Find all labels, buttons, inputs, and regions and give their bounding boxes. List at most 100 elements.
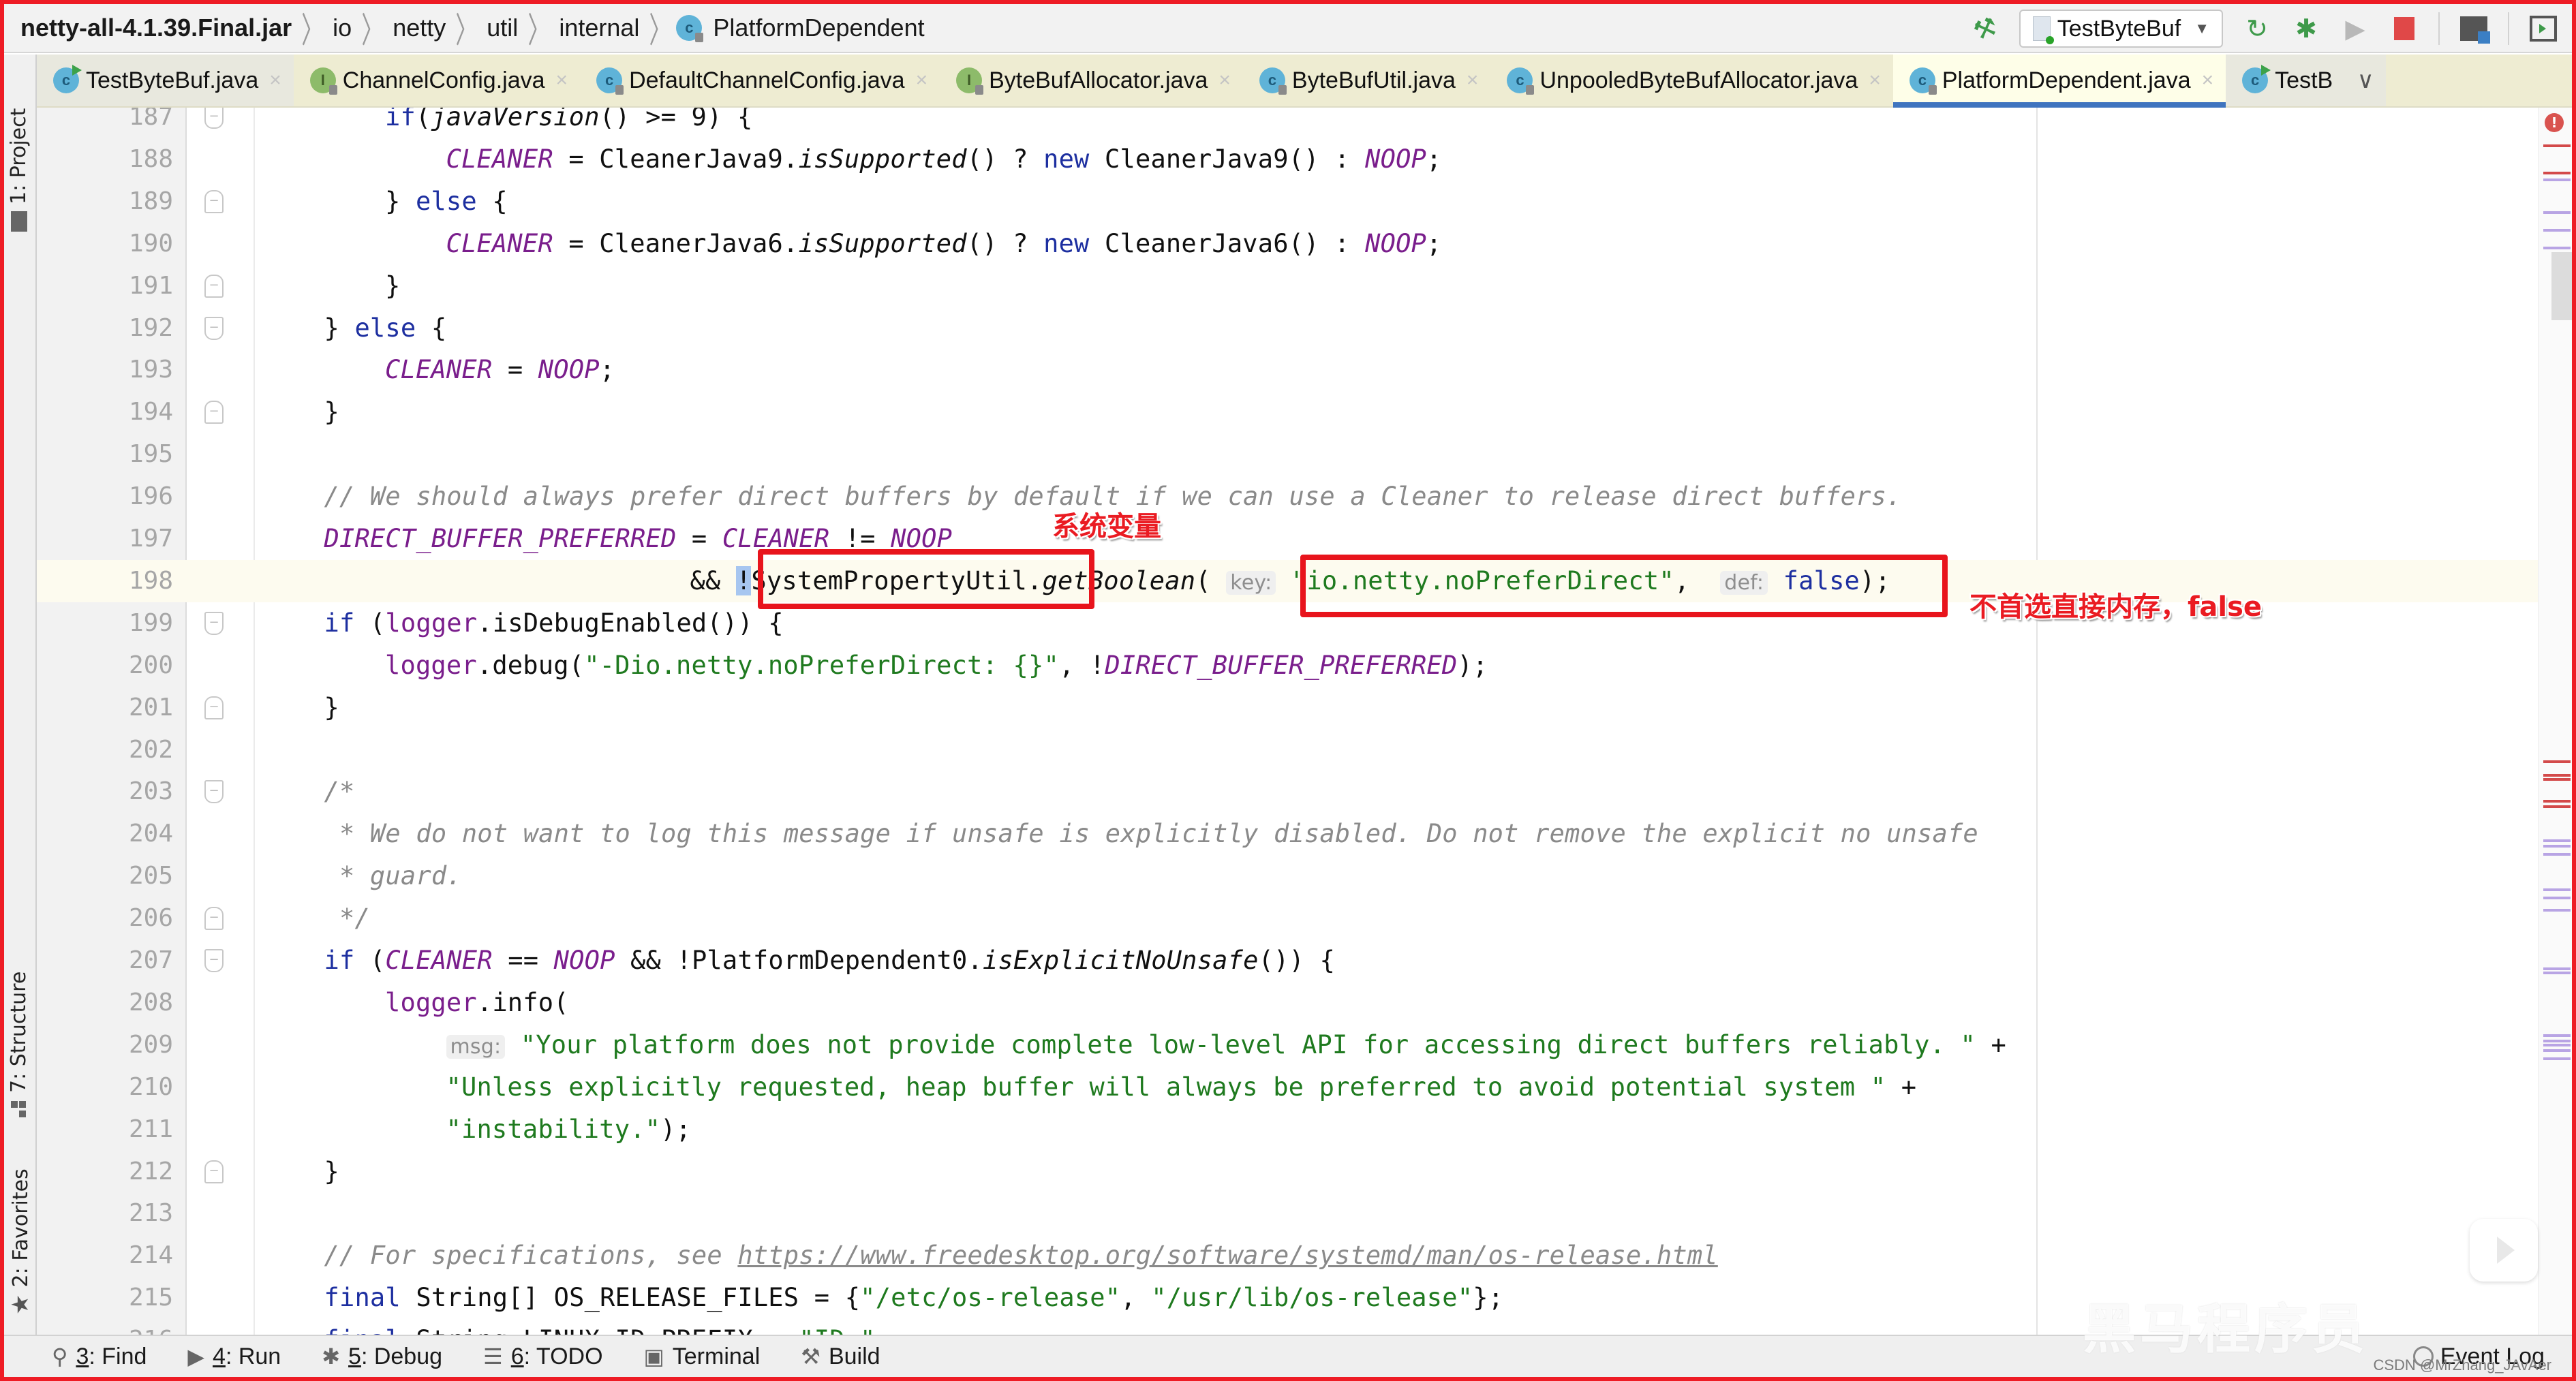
warning-stripe-mark[interactable] [2543,1044,2571,1046]
warning-stripe-mark[interactable] [2543,247,2571,249]
close-icon[interactable]: × [269,69,281,92]
tool-button-build[interactable]: ⚒ Build [801,1344,880,1370]
error-stripe-mark[interactable] [2543,774,2571,777]
warning-stripe-mark[interactable] [2543,211,2571,214]
warning-stripe-mark[interactable] [2543,972,2571,974]
tab-bytebufutil[interactable]: c ByteBufUtil.java × [1243,55,1491,106]
tool-button-run[interactable]: ▶ 4: Run [187,1344,281,1370]
code-line[interactable]: 192−} else { [37,307,2538,350]
error-stripe-mark[interactable] [2543,760,2571,763]
fold-end-icon[interactable]: − [204,1160,224,1183]
scrollbar-thumb[interactable] [2551,252,2572,320]
code-line[interactable]: 187 − if(javaVersion() >= 9) { [37,108,2538,138]
warning-stripe-mark[interactable] [2543,845,2571,848]
error-stripe-mark[interactable] [2543,800,2571,803]
fold-end-icon[interactable]: − [204,696,224,719]
warning-stripe-mark[interactable] [2543,179,2571,181]
warning-stripe-mark[interactable] [2543,888,2571,891]
run-configuration-select[interactable]: TestByteBuf ▼ [2019,10,2223,48]
code-line[interactable]: 205 * guard. [37,855,2538,897]
warning-stripe-mark[interactable] [2543,1034,2571,1037]
warning-stripe-mark[interactable] [2543,897,2571,899]
code-line[interactable]: 213 [37,1192,2538,1235]
error-stripe-mark[interactable] [2543,805,2571,808]
tab-testb[interactable]: c TestB [2226,55,2346,106]
fold-collapse-icon[interactable]: − [204,108,224,129]
code-line[interactable]: 188 CLEANER = CleanerJava9.isSupported() … [37,138,2538,181]
code-line[interactable]: 209 msg: "Your platform does not provide … [37,1024,2538,1066]
tool-window-project[interactable]: 1: Project [7,108,31,232]
fold-collapse-icon[interactable]: − [204,780,224,804]
vertical-scrollbar[interactable]: ! [2538,108,2572,1335]
breadcrumb-package-io[interactable]: io [328,14,356,42]
close-icon[interactable]: × [916,69,928,92]
terminal-button[interactable] [2528,14,2558,44]
tool-button-debug[interactable]: ✱ 5: Debug [322,1344,442,1370]
breadcrumb-class[interactable]: PlatformDependent [709,14,928,42]
code-line[interactable]: 193 CLEANER = NOOP; [37,349,2538,391]
fold-end-icon[interactable]: − [204,907,224,931]
code-line[interactable]: 210 "Unless explicitly requested, heap bu… [37,1066,2538,1108]
code-line[interactable]: 196// We should always prefer direct buf… [37,476,2538,518]
warning-stripe-mark[interactable] [2543,853,2571,856]
tab-bytebufallocator[interactable]: I ByteBufAllocator.java × [940,55,1243,106]
rerun-icon[interactable]: ↻ [2242,14,2272,44]
tab-testbytebuf[interactable]: c TestByteBuf.java × [37,55,294,106]
chevron-down-icon[interactable]: ∨ [2345,55,2387,106]
code-line[interactable]: 200 logger.debug("-Dio.netty.noPreferDire… [37,645,2538,687]
tool-window-favorites[interactable]: ★ 2: Favorites [7,1168,34,1315]
url-link[interactable]: https://www.freedesktop.org/software/sys… [737,1241,1717,1270]
close-icon[interactable]: × [1218,69,1231,92]
code-line[interactable]: 202 [37,729,2538,771]
tab-defaultchannelconfig[interactable]: c DefaultChannelConfig.java × [580,55,940,106]
code-line[interactable]: 206 − */ [37,897,2538,940]
code-line[interactable]: 194 −} [37,391,2538,433]
close-icon[interactable]: × [1869,69,1881,92]
code-line[interactable]: 207 − if (CLEANER == NOOP && !PlatformDepe… [37,940,2538,982]
breadcrumb-package-internal[interactable]: internal [555,14,643,42]
code-line[interactable]: 208 logger.info( [37,982,2538,1024]
code-line[interactable]: 197 DIRECT_BUFFER_PREFERRED = CLEANER != … [37,518,2538,560]
error-stripe-mark[interactable] [2543,172,2571,174]
tool-button-find[interactable]: ⚲ 3: Find [52,1344,147,1370]
warning-stripe-mark[interactable] [2543,839,2571,842]
code-line[interactable]: 214 // For specifications, see https://ww… [37,1235,2538,1277]
code-line[interactable]: 191 −} [37,265,2538,307]
stop-button[interactable] [2389,14,2419,44]
debug-icon[interactable]: ✱ [2291,14,2321,44]
tool-button-terminal[interactable]: ▣ Terminal [644,1344,761,1370]
tool-window-structure[interactable]: 7: Structure [7,972,31,1117]
tab-channelconfig[interactable]: I ChannelConfig.java × [294,55,580,106]
close-icon[interactable]: × [556,69,568,92]
close-icon[interactable]: × [2202,69,2214,92]
code-line[interactable]: 189−} else { [37,181,2538,223]
warning-stripe-mark[interactable] [2543,1040,2571,1042]
warning-stripe-mark[interactable] [2543,1057,2571,1060]
code-line[interactable]: 195 [37,433,2538,476]
fold-end-icon[interactable]: − [204,274,224,298]
error-stripe-mark[interactable] [2543,144,2571,147]
tool-button-todo[interactable]: ☰ 6: TODO [483,1344,603,1370]
breadcrumb-jar[interactable]: netty-all-4.1.39.Final.jar [16,14,296,42]
fold-end-icon[interactable]: − [204,401,224,424]
code-line[interactable]: 190 CLEANER = CleanerJava6.isSupported() … [37,223,2538,265]
fold-end-icon[interactable]: − [204,189,224,213]
tab-unpooledbytebufallocator[interactable]: c UnpooledByteBufAllocator.java × [1490,55,1892,106]
tab-platformdependent[interactable]: c PlatformDependent.java × [1892,55,2226,108]
warning-stripe-mark[interactable] [2543,909,2571,912]
error-stripe-mark[interactable] [2543,778,2571,781]
code-line[interactable]: 211 "instability."); [37,1108,2538,1151]
fold-collapse-icon[interactable]: − [204,316,224,340]
code-line[interactable]: 212 −} [37,1151,2538,1193]
warning-stripe-mark[interactable] [2543,967,2571,970]
close-icon[interactable]: × [1467,69,1479,92]
breadcrumb-package-netty[interactable]: netty [388,14,450,42]
hammer-icon[interactable]: ⚒ [1966,10,2004,48]
project-structure-button[interactable] [2459,14,2490,44]
coverage-icon[interactable]: ▶ [2340,14,2370,44]
breadcrumb-package-util[interactable]: util [482,14,522,42]
fold-collapse-icon[interactable]: − [204,949,224,972]
fold-collapse-icon[interactable]: − [204,611,224,635]
code-editor[interactable]: 187− if(javaVersion() >= 9) {188 CLEANER =… [37,108,2572,1335]
warning-stripe-mark[interactable] [2543,1049,2571,1052]
